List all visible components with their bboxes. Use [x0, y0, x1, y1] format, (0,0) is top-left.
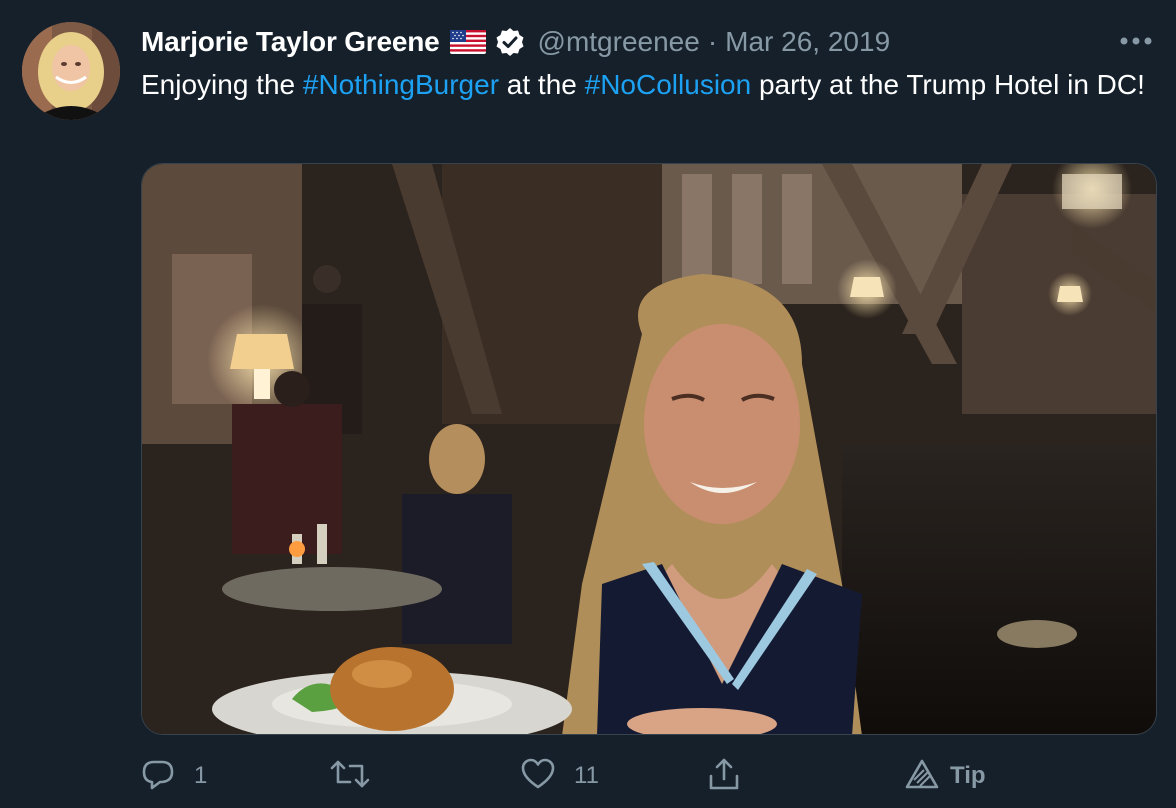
reply-icon [140, 756, 176, 797]
like-heart-icon [520, 756, 556, 797]
tip-label: Tip [950, 762, 986, 789]
photo-scene [142, 164, 1156, 734]
tip-icon [904, 756, 940, 797]
like-count: 11 [574, 762, 599, 789]
tweet-header: Marjorie Taylor Greene @mtgreenee · Mar … [141, 22, 890, 62]
header-separator: · [707, 26, 718, 57]
tweet-text-segment: Enjoying the [141, 69, 303, 100]
tweet-text-segment: at the [499, 69, 585, 100]
us-flag-icon [449, 30, 486, 54]
hashtag-link[interactable]: #NoCollusion [585, 69, 752, 100]
tweet-actions: 1 11 Tip [140, 756, 1156, 796]
verified-badge-icon [494, 26, 526, 58]
reply-count: 1 [194, 762, 208, 789]
tip-button[interactable]: Tip [904, 756, 986, 796]
tweet-card[interactable]: Marjorie Taylor Greene @mtgreenee · Mar … [0, 0, 1176, 808]
avatar-photo [22, 22, 120, 120]
tweet-text-segment: party at the Trump Hotel in DC! [751, 69, 1145, 100]
share-button[interactable] [706, 756, 742, 796]
author-handle[interactable]: @mtgreenee [538, 26, 700, 58]
tweet-text: Enjoying the #NothingBurger at the #NoCo… [141, 66, 1151, 104]
retweet-icon [330, 756, 370, 797]
hashtag-link[interactable]: #NothingBurger [303, 69, 499, 100]
more-options-icon[interactable] [1116, 26, 1156, 56]
avatar[interactable] [22, 22, 120, 120]
author-name[interactable]: Marjorie Taylor Greene [141, 26, 440, 58]
tweet-date[interactable]: Mar 26, 2019 [725, 26, 890, 58]
share-icon [706, 756, 742, 797]
like-button[interactable]: 11 [520, 756, 599, 796]
tweet-photo[interactable] [141, 163, 1157, 735]
retweet-button[interactable] [330, 756, 388, 796]
reply-button[interactable]: 1 [140, 756, 207, 796]
